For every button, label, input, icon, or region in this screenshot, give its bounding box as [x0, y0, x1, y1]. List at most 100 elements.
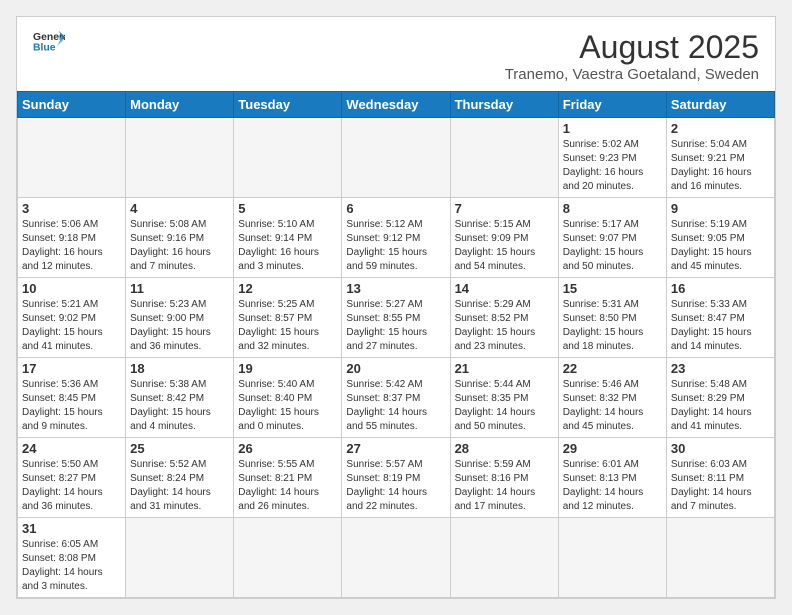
day-info: Sunrise: 5:31 AM Sunset: 8:50 PM Dayligh… — [563, 298, 662, 354]
week-row-1: 3Sunrise: 5:06 AM Sunset: 9:18 PM Daylig… — [18, 198, 775, 278]
weekday-header-thursday: Thursday — [450, 92, 558, 118]
day-number: 10 — [22, 281, 121, 296]
day-cell: 25Sunrise: 5:52 AM Sunset: 8:24 PM Dayli… — [126, 438, 234, 518]
day-cell: 21 Sunrise: 5:44 AM Sunset: 8:35 PM Dayli… — [450, 358, 558, 438]
day-cell — [234, 118, 342, 198]
day-info: Sunrise: 5:52 AM Sunset: 8:24 PM Dayligh… — [130, 458, 229, 514]
day-cell: 18Sunrise: 5:38 AM Sunset: 8:42 PM Dayli… — [126, 358, 234, 438]
weekday-header-sunday: Sunday — [18, 92, 126, 118]
day-info: Sunrise: 5:33 AM Sunset: 8:47 PM Dayligh… — [671, 298, 770, 354]
day-info: Sunrise: 5:36 AM Sunset: 8:45 PM Dayligh… — [22, 378, 121, 434]
day-info: Sunrise: 6:01 AM Sunset: 8:13 PM Dayligh… — [563, 458, 662, 514]
title-block: August 2025 Tranemo, Vaestra Goetaland, … — [505, 29, 759, 83]
day-info: Sunrise: 5:04 AM Sunset: 9:21 PM Dayligh… — [671, 138, 770, 194]
day-cell: 9Sunrise: 5:19 AM Sunset: 9:05 PM Daylig… — [666, 198, 774, 278]
day-number: 7 — [455, 201, 554, 216]
svg-text:Blue: Blue — [33, 43, 56, 53]
day-info: Sunrise: 5:50 AM Sunset: 8:27 PM Dayligh… — [22, 458, 121, 514]
location-title: Tranemo, Vaestra Goetaland, Sweden — [505, 66, 759, 83]
day-cell: 10 Sunrise: 5:21 AM Sunset: 9:02 PM Dayli… — [18, 278, 126, 358]
day-cell — [342, 118, 450, 198]
day-info: Sunrise: 6:03 AM Sunset: 8:11 PM Dayligh… — [671, 458, 770, 514]
calendar-body: 1Sunrise: 5:02 AM Sunset: 9:23 PM Daylig… — [18, 118, 775, 598]
day-info: Sunrise: 5:25 AM Sunset: 8:57 PM Dayligh… — [238, 298, 337, 354]
day-cell — [558, 518, 666, 598]
day-info: Sunrise: 5:40 AM Sunset: 8:40 PM Dayligh… — [238, 378, 337, 434]
day-number: 20 — [346, 361, 445, 376]
day-info: Sunrise: 5:23 AM Sunset: 9:00 PM Dayligh… — [130, 298, 229, 354]
day-number: 11 — [130, 281, 229, 296]
day-cell: 8Sunrise: 5:17 AM Sunset: 9:07 PM Daylig… — [558, 198, 666, 278]
day-number: 17 — [22, 361, 121, 376]
day-cell: 31 Sunrise: 6:05 AM Sunset: 8:08 PM Dayli… — [18, 518, 126, 598]
weekday-header-tuesday: Tuesday — [234, 92, 342, 118]
day-cell: 24 Sunrise: 5:50 AM Sunset: 8:27 PM Dayli… — [18, 438, 126, 518]
weekday-header-wednesday: Wednesday — [342, 92, 450, 118]
day-number: 5 — [238, 201, 337, 216]
day-number: 13 — [346, 281, 445, 296]
day-info: Sunrise: 5:48 AM Sunset: 8:29 PM Dayligh… — [671, 378, 770, 434]
week-row-4: 24 Sunrise: 5:50 AM Sunset: 8:27 PM Dayli… — [18, 438, 775, 518]
day-cell: 20 Sunrise: 5:42 AM Sunset: 8:37 PM Dayli… — [342, 358, 450, 438]
day-cell: 30 Sunrise: 6:03 AM Sunset: 8:11 PM Dayli… — [666, 438, 774, 518]
day-info: Sunrise: 5:27 AM Sunset: 8:55 PM Dayligh… — [346, 298, 445, 354]
day-info: Sunrise: 5:38 AM Sunset: 8:42 PM Dayligh… — [130, 378, 229, 434]
calendar-container: General Blue August 2025 Tranemo, Vaestr… — [16, 16, 776, 599]
day-info: Sunrise: 5:19 AM Sunset: 9:05 PM Dayligh… — [671, 218, 770, 274]
day-number: 29 — [563, 441, 662, 456]
day-number: 30 — [671, 441, 770, 456]
day-number: 22 — [563, 361, 662, 376]
day-cell: 13 Sunrise: 5:27 AM Sunset: 8:55 PM Dayli… — [342, 278, 450, 358]
day-info: Sunrise: 5:15 AM Sunset: 9:09 PM Dayligh… — [455, 218, 554, 274]
day-info: Sunrise: 5:46 AM Sunset: 8:32 PM Dayligh… — [563, 378, 662, 434]
day-cell: 29 Sunrise: 6:01 AM Sunset: 8:13 PM Dayli… — [558, 438, 666, 518]
day-cell: 16 Sunrise: 5:33 AM Sunset: 8:47 PM Dayli… — [666, 278, 774, 358]
day-number: 26 — [238, 441, 337, 456]
day-info: Sunrise: 6:05 AM Sunset: 8:08 PM Dayligh… — [22, 538, 121, 594]
day-number: 3 — [22, 201, 121, 216]
week-row-0: 1Sunrise: 5:02 AM Sunset: 9:23 PM Daylig… — [18, 118, 775, 198]
day-info: Sunrise: 5:59 AM Sunset: 8:16 PM Dayligh… — [455, 458, 554, 514]
day-cell: 7 Sunrise: 5:15 AM Sunset: 9:09 PM Daylig… — [450, 198, 558, 278]
day-cell — [666, 518, 774, 598]
day-cell: 6Sunrise: 5:12 AM Sunset: 9:12 PM Daylig… — [342, 198, 450, 278]
day-info: Sunrise: 5:42 AM Sunset: 8:37 PM Dayligh… — [346, 378, 445, 434]
day-cell — [126, 118, 234, 198]
calendar-header: General Blue August 2025 Tranemo, Vaestr… — [17, 17, 775, 91]
day-number: 21 — [455, 361, 554, 376]
day-info: Sunrise: 5:10 AM Sunset: 9:14 PM Dayligh… — [238, 218, 337, 274]
day-cell — [234, 518, 342, 598]
day-cell: 23 Sunrise: 5:48 AM Sunset: 8:29 PM Dayli… — [666, 358, 774, 438]
week-row-2: 10 Sunrise: 5:21 AM Sunset: 9:02 PM Dayli… — [18, 278, 775, 358]
day-info: Sunrise: 5:17 AM Sunset: 9:07 PM Dayligh… — [563, 218, 662, 274]
week-row-3: 17 Sunrise: 5:36 AM Sunset: 8:45 PM Dayli… — [18, 358, 775, 438]
day-cell: 19Sunrise: 5:40 AM Sunset: 8:40 PM Dayli… — [234, 358, 342, 438]
day-info: Sunrise: 5:21 AM Sunset: 9:02 PM Dayligh… — [22, 298, 121, 354]
month-title: August 2025 — [505, 29, 759, 66]
day-info: Sunrise: 5:29 AM Sunset: 8:52 PM Dayligh… — [455, 298, 554, 354]
day-number: 27 — [346, 441, 445, 456]
day-number: 16 — [671, 281, 770, 296]
day-info: Sunrise: 5:57 AM Sunset: 8:19 PM Dayligh… — [346, 458, 445, 514]
day-cell — [450, 118, 558, 198]
day-cell — [126, 518, 234, 598]
day-cell: 1Sunrise: 5:02 AM Sunset: 9:23 PM Daylig… — [558, 118, 666, 198]
day-number: 23 — [671, 361, 770, 376]
weekday-header-row: SundayMondayTuesdayWednesdayThursdayFrid… — [18, 92, 775, 118]
day-cell: 5 Sunrise: 5:10 AM Sunset: 9:14 PM Daylig… — [234, 198, 342, 278]
day-number: 2 — [671, 121, 770, 136]
day-number: 4 — [130, 201, 229, 216]
day-cell: 22 Sunrise: 5:46 AM Sunset: 8:32 PM Dayli… — [558, 358, 666, 438]
weekday-header-monday: Monday — [126, 92, 234, 118]
day-cell: 15Sunrise: 5:31 AM Sunset: 8:50 PM Dayli… — [558, 278, 666, 358]
day-cell: 11 Sunrise: 5:23 AM Sunset: 9:00 PM Dayli… — [126, 278, 234, 358]
day-cell: 26Sunrise: 5:55 AM Sunset: 8:21 PM Dayli… — [234, 438, 342, 518]
day-cell: 2 Sunrise: 5:04 AM Sunset: 9:21 PM Daylig… — [666, 118, 774, 198]
day-info: Sunrise: 5:44 AM Sunset: 8:35 PM Dayligh… — [455, 378, 554, 434]
day-number: 31 — [22, 521, 121, 536]
day-info: Sunrise: 5:02 AM Sunset: 9:23 PM Dayligh… — [563, 138, 662, 194]
day-number: 24 — [22, 441, 121, 456]
calendar-table: SundayMondayTuesdayWednesdayThursdayFrid… — [17, 91, 775, 598]
day-cell: 14Sunrise: 5:29 AM Sunset: 8:52 PM Dayli… — [450, 278, 558, 358]
day-info: Sunrise: 5:08 AM Sunset: 9:16 PM Dayligh… — [130, 218, 229, 274]
